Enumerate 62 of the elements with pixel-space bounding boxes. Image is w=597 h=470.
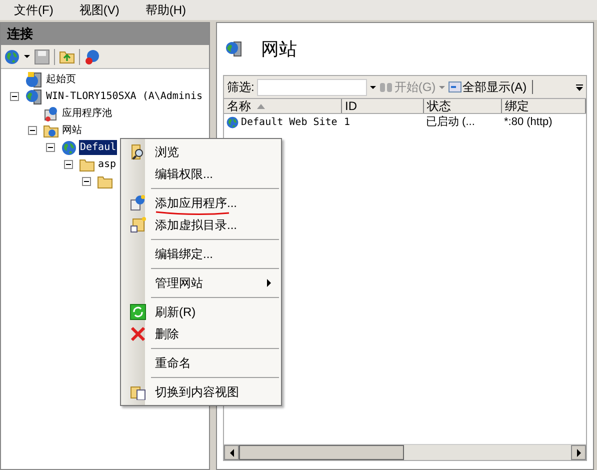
filter-field[interactable] (257, 78, 368, 96)
tree-item[interactable]: asp (97, 157, 118, 172)
column-header[interactable]: ID (342, 99, 424, 113)
folder-icon (79, 158, 95, 172)
disconnect-globe-icon[interactable] (84, 48, 100, 64)
panel-header: 连接 (1, 23, 209, 45)
column-header[interactable]: 绑定 (502, 99, 586, 113)
documents-icon (130, 384, 146, 400)
tree-item[interactable]: 应用程序池 (61, 106, 113, 121)
folder-magnifier-icon (130, 144, 146, 160)
menu-item[interactable]: 切换到内容视图 (121, 381, 281, 403)
menu-item[interactable]: 编辑绑定... (121, 243, 281, 265)
globe-icon (61, 140, 77, 156)
menu-item[interactable]: 删除 (121, 323, 281, 345)
tree-item[interactable]: 起始页 (45, 72, 77, 87)
menu-item[interactable]: 帮助(H) (145, 1, 186, 19)
tree-item[interactable]: 网站 (61, 123, 83, 138)
scroll-thumb[interactable] (239, 445, 404, 460)
binoculars-icon (379, 81, 394, 93)
table-cell-text: *:80 (http) (504, 114, 552, 130)
folder-icon (97, 174, 113, 188)
page-title: 网站 (261, 38, 297, 60)
collapse-toggle-icon[interactable] (46, 143, 55, 152)
scroll-right-icon[interactable] (571, 445, 586, 460)
table-cell-text: 1 (344, 116, 350, 130)
globe-icon (226, 116, 239, 128)
collapse-toggle-icon[interactable] (28, 126, 37, 135)
table-cell-text: 已启动 (... (426, 114, 475, 130)
menu-item[interactable]: 文件(F) (14, 1, 54, 19)
collapse-toggle-icon[interactable] (64, 160, 73, 169)
column-header[interactable]: 名称 (224, 99, 342, 113)
menu-item[interactable]: 重命名 (121, 352, 281, 374)
menu-item[interactable]: 刷新(R) (121, 301, 281, 323)
show-all-button[interactable]: 全部显示(A) (448, 78, 527, 96)
refresh-icon (130, 304, 146, 320)
menu-item[interactable]: 视图(V) (79, 1, 120, 19)
collapse-toggle-icon[interactable] (82, 177, 91, 186)
folder-shortcut-icon (130, 217, 146, 233)
menu-item[interactable]: 管理网站 (121, 272, 281, 294)
scroll-left-icon[interactable] (224, 445, 239, 460)
dropdown-caret-icon[interactable] (24, 55, 30, 58)
table-cell-text: Default Web Site (241, 116, 338, 130)
dropdown-caret-icon[interactable] (370, 86, 376, 88)
server-globe-icon (225, 41, 243, 57)
overflow-chevron-icon[interactable] (576, 83, 583, 91)
folder-globe-icon (43, 124, 59, 138)
horizontal-scrollbar[interactable] (224, 444, 586, 460)
tree-item[interactable]: Defaul (79, 140, 118, 155)
server-globe-icon (25, 88, 43, 104)
menu-item[interactable]: 编辑权限... (121, 163, 281, 185)
start-page-icon (25, 72, 43, 88)
tree-item[interactable]: WIN-TLORY150SXA (A\Adminis (45, 89, 204, 104)
column-header[interactable]: 状态 (424, 99, 502, 113)
collapse-toggle-icon[interactable] (10, 92, 19, 101)
menu-item[interactable]: 浏览 (121, 141, 281, 163)
connect-globe-icon (4, 48, 20, 64)
filter-label: 筛选: (227, 79, 254, 96)
menu-item[interactable]: 添加应用程序... (121, 192, 281, 214)
document-globe-icon (130, 195, 146, 211)
menu-item[interactable]: 添加虚拟目录... (121, 214, 281, 236)
delete-icon (130, 326, 146, 342)
folder-up-icon (59, 50, 75, 64)
